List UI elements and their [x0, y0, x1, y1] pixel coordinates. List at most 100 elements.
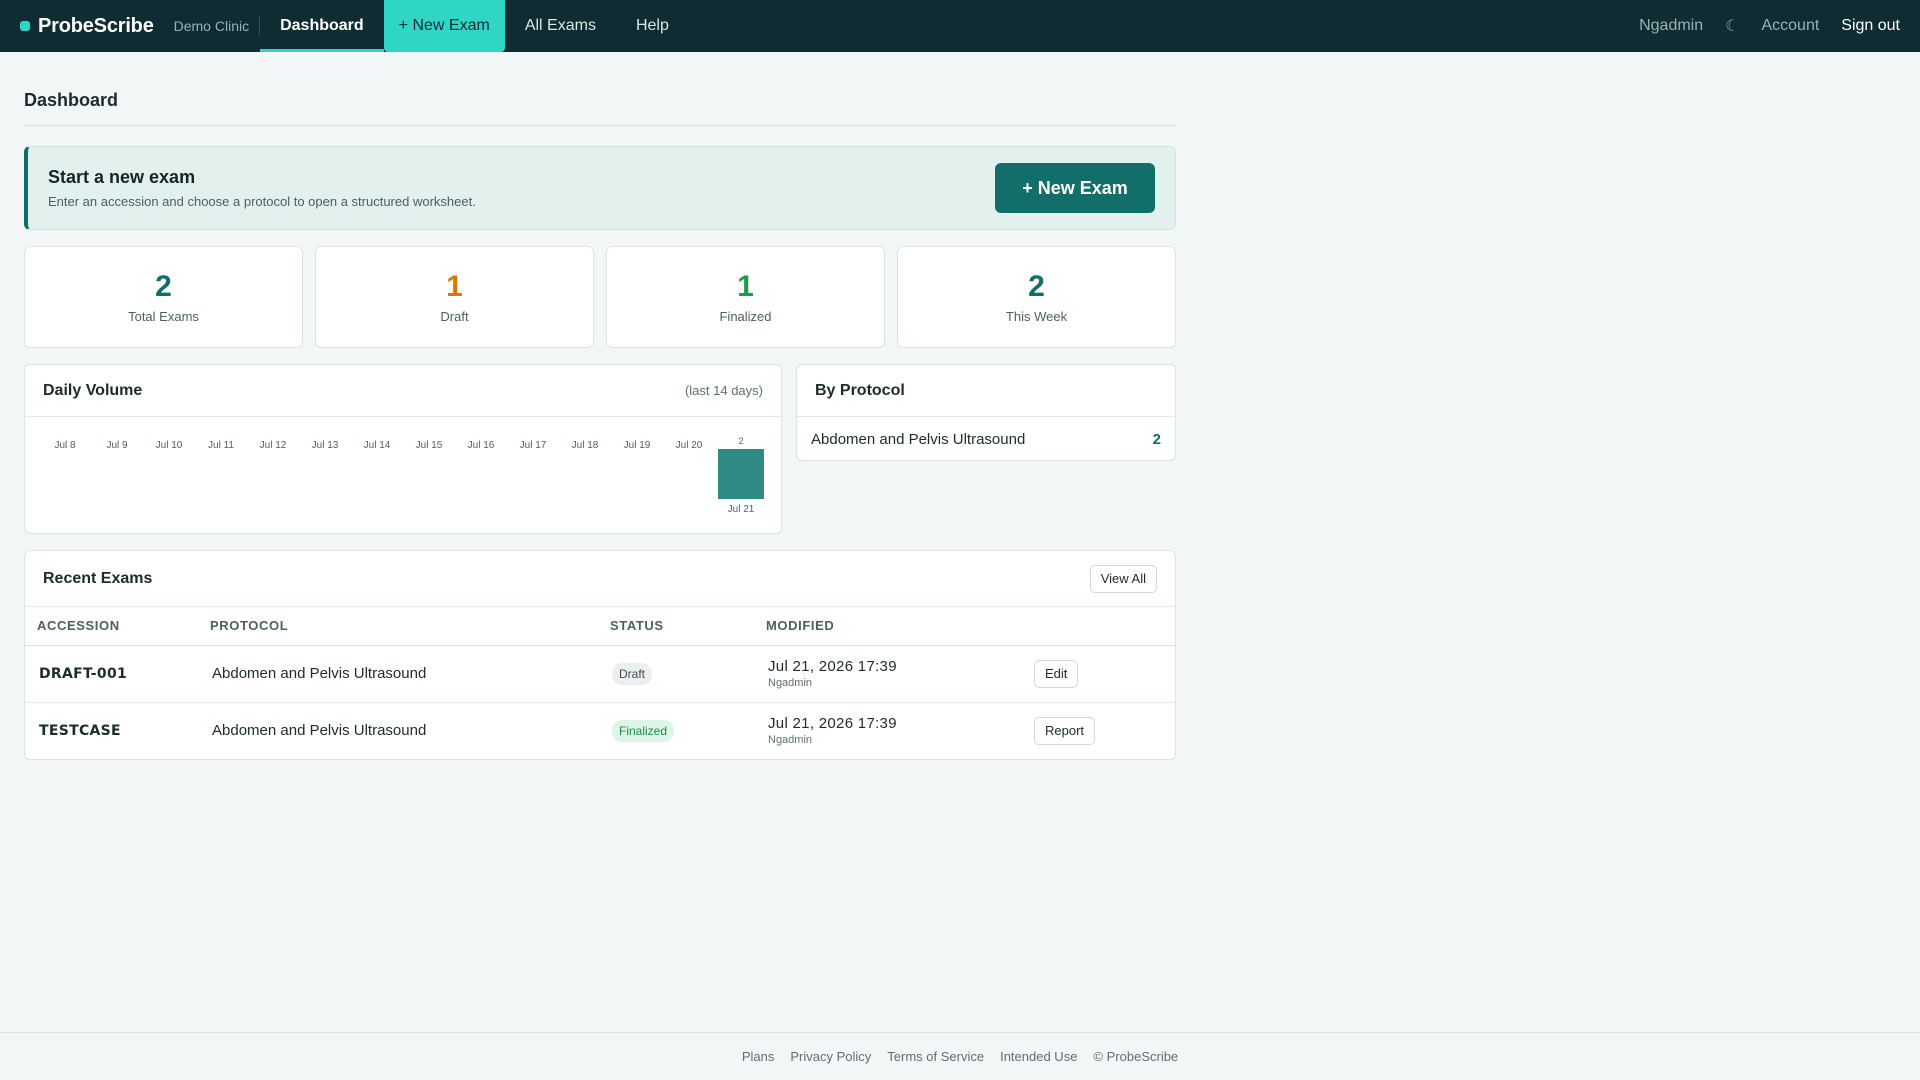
table-header-row: ACCESSION PROTOCOL STATUS MODIFIED [25, 607, 1175, 646]
banner-title: Start a new exam [48, 167, 196, 187]
chart-tick-label: Jul 13 [312, 440, 339, 451]
daily-volume-chart-svg: Jul 8 Jul 9 Jul 10 Jul 11 Jul 12 Jul 13 Jul 14… [54, 436, 764, 515]
report-button[interactable]: Report [1034, 716, 1096, 745]
nav-new-exam-button[interactable]: + New Exam [383, 0, 505, 52]
chart-tick-label: Jul 12 [260, 440, 287, 451]
nav-dashboard[interactable]: Dashboard [260, 0, 384, 52]
status-cell: Finalized [610, 702, 766, 759]
chart-tick-label: Jul 19 [624, 440, 651, 451]
by-protocol-header: By Protocol [797, 365, 1175, 417]
chart-tick-label: Jul 15 [416, 440, 443, 451]
nav-user-area: Ngadmin ☾ Account Sign out [1628, 0, 1920, 52]
protocol-row[interactable]: Abdomen and Pelvis Ultrasound 2 [797, 417, 1175, 461]
account-link[interactable]: Account [1750, 17, 1830, 35]
table-row[interactable]: TESTCASE Abdomen and Pelvis Ultrasound F… [25, 702, 1175, 759]
chart-tick-label: Jul 17 [520, 440, 547, 451]
modified-user: Ngadmin [768, 734, 813, 747]
daily-volume-header: Daily Volume (last 14 days) [25, 365, 781, 417]
daily-volume-card: Daily Volume (last 14 days) Jul 8 Jul 9 Ju… [24, 364, 782, 534]
recent-exams-title: Recent Exams [43, 569, 153, 587]
main-content: Dashboard Start a new exam Enter an acce… [24, 52, 1176, 760]
protocol-name: Abdomen and Pelvis Ultrasound [811, 430, 1026, 448]
recent-exams-table: ACCESSION PROTOCOL STATUS MODIFIED DRAFT… [25, 607, 1175, 759]
action-cell: Report [1034, 702, 1175, 759]
new-exam-banner: Start a new exam Enter an accession and … [24, 146, 1176, 230]
daily-volume-title: Daily Volume [43, 381, 143, 399]
by-protocol-card: By Protocol Abdomen and Pelvis Ultrasoun… [796, 364, 1176, 461]
daily-volume-range-note: (last 14 days) [684, 383, 763, 398]
accession-cell: DRAFT-001 [25, 645, 210, 703]
stat-label: Total Exams [128, 308, 199, 324]
chart-tick-label: Jul 21 [728, 504, 755, 515]
charts-row: Daily Volume (last 14 days) Jul 8 Jul 9 Ju… [24, 364, 1176, 534]
edit-button[interactable]: Edit [1034, 659, 1079, 688]
stat-card-this-week: 2 This Week [897, 246, 1176, 348]
status-cell: Draft [610, 645, 766, 703]
modified-cell: Jul 21, 2026 17:39 Ngadmin [766, 702, 1034, 759]
brand[interactable]: ProbeScribe [20, 0, 154, 52]
col-accession[interactable]: ACCESSION [25, 607, 210, 646]
view-all-button[interactable]: View All [1089, 564, 1157, 593]
chart-tick-label: Jul 14 [364, 440, 391, 451]
footer: Plans Privacy Policy Terms of Service In… [0, 1032, 1920, 1080]
logo-icon [20, 21, 30, 31]
stat-label: Finalized [719, 308, 772, 324]
table-row[interactable]: DRAFT-001 Abdomen and Pelvis Ultrasound … [25, 645, 1175, 703]
accession-value[interactable]: DRAFT-001 [39, 666, 127, 682]
modified-cell: Jul 21, 2026 17:39 Ngadmin [766, 645, 1034, 703]
chart-tick-label: Jul 20 [676, 440, 703, 451]
protocol-cell: Abdomen and Pelvis Ultrasound [210, 645, 610, 703]
modified-date: Jul 21, 2026 17:39 [768, 715, 897, 733]
col-modified[interactable]: MODIFIED [766, 607, 1034, 646]
stat-value: 2 [1028, 269, 1045, 303]
chart-tick-label: Jul 8 [54, 440, 76, 451]
nav-all-exams[interactable]: All Exams [505, 0, 616, 52]
sign-out-link[interactable]: Sign out [1830, 17, 1900, 35]
chart-tick-label: Jul 9 [106, 440, 128, 451]
modified-user: Ngadmin [768, 677, 813, 689]
clinic-name: Demo Clinic [174, 17, 261, 35]
top-nav: ProbeScribe Demo Clinic Dashboard + New … [0, 0, 1920, 52]
col-status[interactable]: STATUS [610, 607, 766, 646]
accession-cell: TESTCASE [25, 702, 210, 759]
stat-card-total: 2 Total Exams [24, 246, 303, 348]
chart-bar [718, 449, 764, 499]
stat-label: This Week [1005, 308, 1068, 324]
chart-tick-label: Jul 10 [156, 440, 183, 451]
by-protocol-title: By Protocol [815, 381, 905, 399]
accession-value[interactable]: TESTCASE [39, 723, 121, 739]
recent-exams-card: Recent Exams View All ACCESSION PROTOCOL… [24, 550, 1176, 760]
daily-volume-chart: Jul 8 Jul 9 Jul 10 Jul 11 Jul 12 Jul 13 Jul 14… [25, 417, 781, 533]
page-title: Dashboard [24, 90, 1176, 126]
col-actions [1034, 607, 1175, 646]
stat-value: 1 [737, 269, 754, 303]
protocol-count: 2 [1152, 430, 1161, 448]
stat-value: 1 [446, 269, 463, 303]
banner-subtitle: Enter an accession and choose a protocol… [48, 194, 476, 209]
chart-tick-label: Jul 11 [208, 440, 234, 451]
footer-link-privacy[interactable]: Privacy Policy [790, 1049, 871, 1064]
footer-link-terms[interactable]: Terms of Service [887, 1049, 984, 1064]
new-exam-button[interactable]: + New Exam [995, 163, 1155, 213]
chart-tick-label: Jul 18 [572, 440, 599, 451]
chart-tick-label: Jul 16 [468, 440, 495, 451]
stats-row: 2 Total Exams 1 Draft 1 Finalized 2 This… [24, 246, 1176, 348]
status-badge: Finalized [612, 719, 675, 742]
stat-card-draft: 1 Draft [315, 246, 594, 348]
protocol-cell: Abdomen and Pelvis Ultrasound [212, 722, 427, 740]
nav-help[interactable]: Help [616, 0, 689, 52]
recent-exams-header: Recent Exams View All [25, 551, 1175, 607]
status-badge: Draft [612, 662, 653, 685]
chart-value-label: 2 [738, 436, 743, 446]
banner-text: Start a new exam Enter an accession and … [48, 167, 995, 209]
col-protocol[interactable]: PROTOCOL [210, 607, 610, 646]
user-name[interactable]: Ngadmin [1628, 17, 1714, 35]
stat-label: Draft [440, 308, 469, 324]
stat-value: 2 [155, 269, 172, 303]
footer-link-intended-use[interactable]: Intended Use [1000, 1049, 1077, 1064]
stat-card-finalized: 1 Finalized [606, 246, 885, 348]
theme-toggle-moon-icon[interactable]: ☾ [1714, 16, 1750, 36]
modified-date: Jul 21, 2026 17:39 [768, 658, 897, 675]
footer-link-plans[interactable]: Plans [742, 1049, 775, 1064]
